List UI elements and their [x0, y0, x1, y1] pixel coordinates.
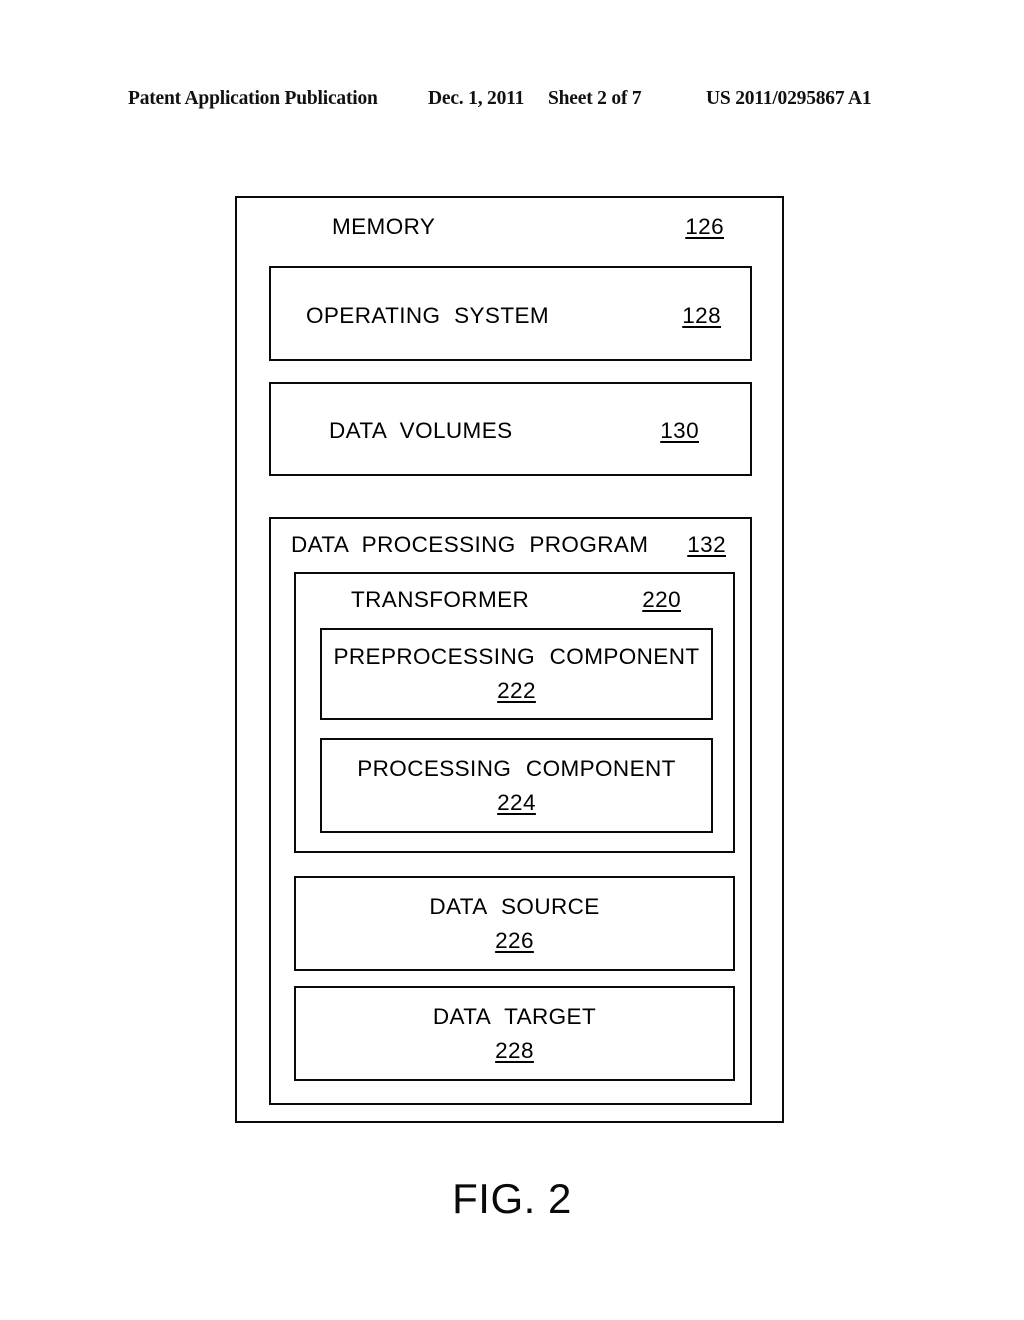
data-volumes-title-row: DATA VOLUMES 130 — [329, 384, 699, 478]
figure-caption: FIG. 2 — [452, 1175, 572, 1222]
transformer-label: TRANSFORMER — [351, 587, 530, 612]
header-publication-date: Dec. 1, 2011 — [428, 88, 525, 109]
header-sheet-number: Sheet 2 of 7 — [548, 88, 642, 109]
processing-component-block: PROCESSING COMPONENT 224 — [320, 738, 713, 833]
data-source-content: DATA SOURCE 226 — [296, 878, 733, 969]
processing-component-content: PROCESSING COMPONENT 224 — [322, 740, 711, 831]
header-patent-number: US 2011/0295867 A1 — [706, 88, 872, 109]
data-processing-program-title-row: DATA PROCESSING PROGRAM 132 — [291, 528, 726, 562]
data-processing-program-reference: 132 — [687, 532, 726, 557]
processing-component-reference: 224 — [497, 789, 536, 815]
operating-system-block: OPERATING SYSTEM 128 — [269, 266, 752, 361]
operating-system-label: OPERATING SYSTEM — [306, 302, 550, 328]
patent-figure-page: Patent Application Publication Dec. 1, 2… — [0, 0, 1024, 1320]
transformer-block: TRANSFORMER 220 PREPROCESSING COMPONENT … — [294, 572, 735, 853]
header-publication-title: Patent Application Publication — [128, 88, 378, 109]
memory-reference: 126 — [685, 214, 724, 239]
preprocessing-component-reference: 222 — [497, 678, 536, 703]
operating-system-reference: 128 — [682, 302, 721, 328]
data-source-label: DATA SOURCE — [429, 893, 600, 919]
preprocessing-component-block: PREPROCESSING COMPONENT 222 — [320, 628, 713, 720]
data-target-block: DATA TARGET 228 — [294, 986, 735, 1081]
transformer-title-row: TRANSFORMER 220 — [351, 583, 681, 617]
data-source-block: DATA SOURCE 226 — [294, 876, 735, 971]
memory-title-row: MEMORY 126 — [332, 210, 724, 244]
data-volumes-reference: 130 — [660, 418, 699, 443]
memory-label: MEMORY — [332, 214, 436, 239]
transformer-reference: 220 — [642, 587, 681, 612]
operating-system-title-row: OPERATING SYSTEM 128 — [306, 268, 721, 363]
data-processing-program-label: DATA PROCESSING PROGRAM — [291, 532, 649, 557]
patent-header: Patent Application Publication Dec. 1, 2… — [128, 88, 896, 114]
data-source-reference: 226 — [495, 927, 534, 953]
data-target-reference: 228 — [495, 1037, 534, 1063]
preprocessing-component-content: PREPROCESSING COMPONENT 222 — [322, 630, 711, 718]
data-processing-program-block: DATA PROCESSING PROGRAM 132 TRANSFORMER … — [269, 517, 752, 1105]
processing-component-label: PROCESSING COMPONENT — [357, 755, 676, 781]
memory-block: MEMORY 126 OPERATING SYSTEM 128 DATA VOL… — [235, 196, 784, 1123]
data-volumes-block: DATA VOLUMES 130 — [269, 382, 752, 476]
data-volumes-label: DATA VOLUMES — [329, 418, 513, 443]
data-target-label: DATA TARGET — [432, 1003, 597, 1029]
preprocessing-component-label: PREPROCESSING COMPONENT — [333, 644, 700, 669]
data-target-content: DATA TARGET 228 — [296, 988, 733, 1079]
